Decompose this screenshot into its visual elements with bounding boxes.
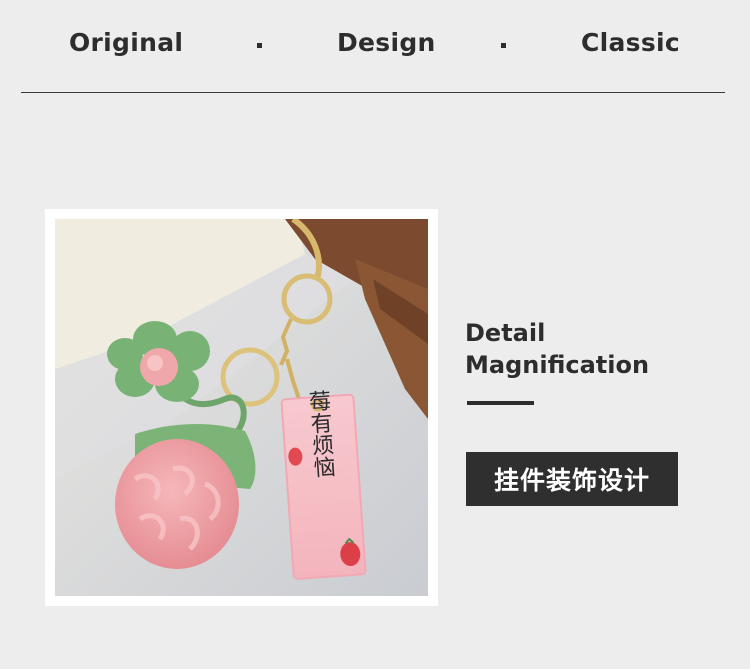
- detail-title-line2: Magnification: [465, 351, 650, 379]
- header-divider: [21, 92, 725, 93]
- header-bar: Original Design Classic: [0, 0, 750, 92]
- title-underline: [467, 401, 534, 405]
- keychain-illustration: 莓有烦恼: [55, 219, 428, 596]
- product-photo: 莓有烦恼: [55, 219, 428, 596]
- header-separator-dot: [501, 43, 506, 48]
- header-word-original: Original: [69, 28, 184, 57]
- header-word-classic: Classic: [581, 28, 681, 57]
- header-separator-dot: [257, 43, 262, 48]
- detail-title-line1: Detail: [465, 319, 546, 347]
- product-photo-frame: 莓有烦恼: [45, 209, 438, 606]
- detail-title: Detail Magnification: [465, 317, 649, 381]
- design-badge: 挂件装饰设计: [466, 452, 678, 506]
- header-word-design: Design: [337, 28, 436, 57]
